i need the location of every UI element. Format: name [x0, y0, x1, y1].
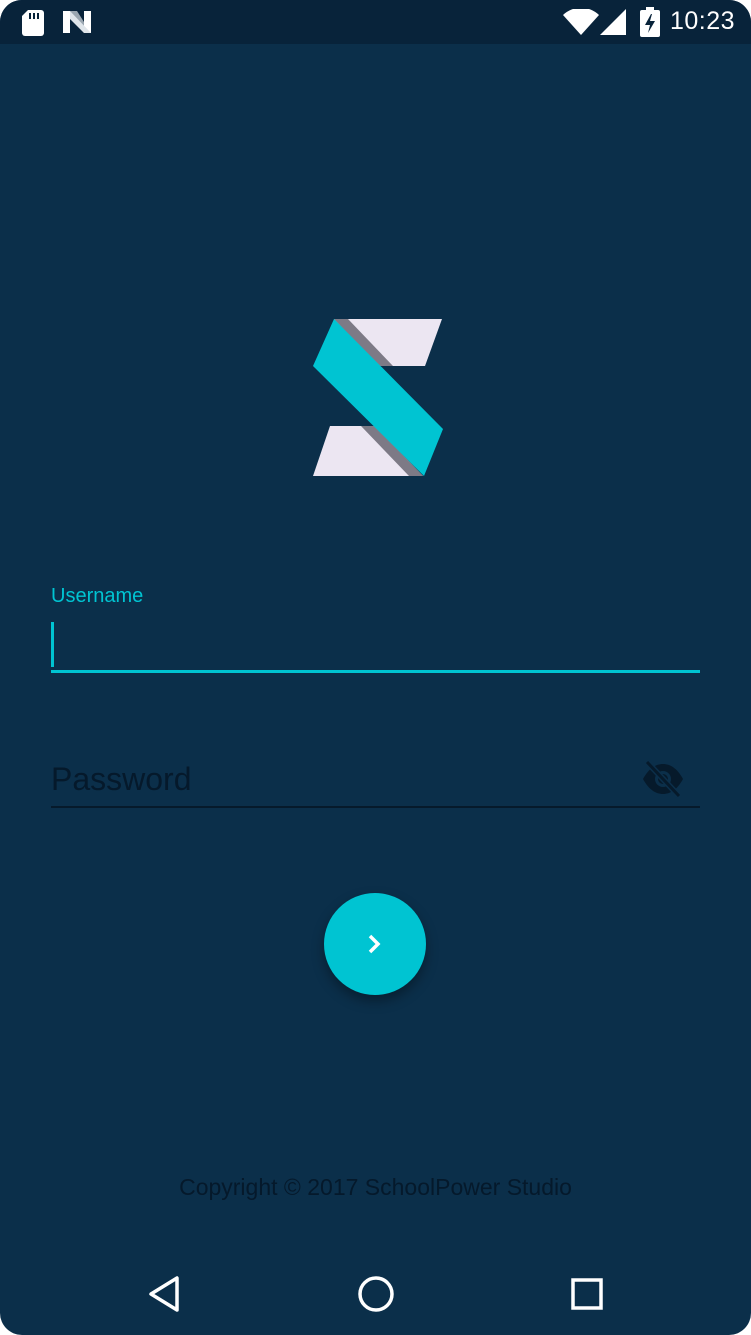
home-icon[interactable] — [354, 1272, 398, 1316]
copyright-text: Copyright © 2017 SchoolPower Studio — [179, 1174, 572, 1200]
username-label: Username — [51, 585, 144, 607]
n-notification-icon — [63, 11, 91, 33]
battery-charging-icon — [640, 7, 660, 37]
text-cursor — [51, 622, 54, 667]
login-screen: 10:23 Username Copyright © 2017 SchoolPo… — [0, 0, 751, 1335]
chevron-right-icon — [368, 934, 381, 954]
status-time: 10:23 — [669, 7, 735, 35]
back-icon[interactable] — [143, 1272, 187, 1316]
status-bar: 10:23 — [0, 0, 751, 44]
password-underline — [51, 806, 700, 808]
app-logo — [313, 319, 443, 476]
sd-card-icon — [22, 10, 44, 36]
cell-signal-icon — [600, 9, 626, 35]
username-underline — [51, 670, 700, 673]
password-input[interactable] — [51, 755, 631, 803]
visibility-off-icon[interactable] — [641, 760, 685, 798]
navigation-bar — [0, 1250, 751, 1335]
recents-icon[interactable] — [565, 1272, 609, 1316]
wifi-icon — [563, 9, 599, 35]
login-submit-button[interactable] — [324, 893, 426, 995]
username-input[interactable] — [51, 620, 700, 670]
